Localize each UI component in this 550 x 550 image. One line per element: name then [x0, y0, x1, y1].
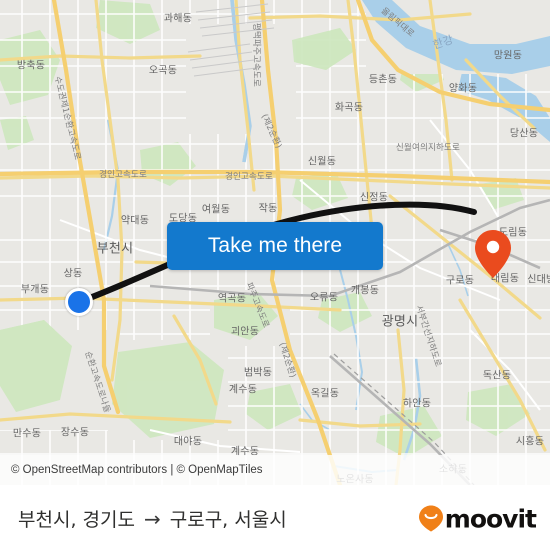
moovit-logo[interactable]: moovit	[418, 504, 537, 533]
trip-destination-label: 구로구, 서울시	[169, 509, 287, 531]
map-canvas[interactable]: 방축동 오곡동 과해동 수도권제1순환고속도로 경인고속도로 평택파주고속도로 (제2순환)…	[0, 0, 550, 485]
take-me-there-label: Take me there	[207, 234, 343, 257]
moovit-pin-icon	[418, 505, 443, 532]
take-me-there-button[interactable]: Take me there	[167, 222, 383, 270]
trip-origin-label: 부천시, 경기도	[18, 509, 135, 531]
map-attribution-bar: © OpenStreetMap contributors | © OpenMap…	[0, 455, 550, 485]
moovit-trip-map-screen: 방축동 오곡동 과해동 수도권제1순환고속도로 경인고속도로 평택파주고속도로 (제2순환)…	[0, 0, 550, 550]
trip-footer: 부천시, 경기도 → 구로구, 서울시 moovit	[0, 485, 550, 550]
origin-circle-marker[interactable]	[65, 288, 93, 316]
trip-summary: 부천시, 경기도 → 구로구, 서울시	[18, 505, 287, 532]
arrow-right-icon: →	[143, 506, 161, 531]
attribution-text: © OpenStreetMap contributors | © OpenMap…	[11, 464, 263, 476]
moovit-wordmark: moovit	[444, 504, 537, 533]
